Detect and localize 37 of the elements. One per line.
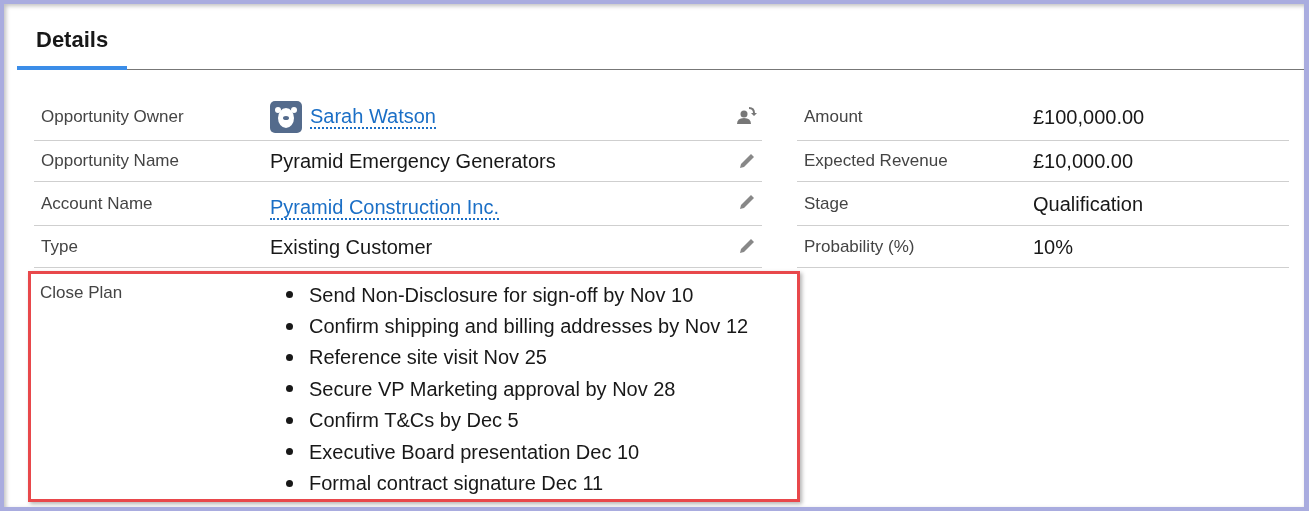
bullet-icon [286, 353, 293, 361]
bullet-icon [286, 291, 293, 299]
field-label: Account Name [40, 192, 154, 215]
field-label: Expected Revenue [803, 150, 949, 173]
bullet-icon [286, 416, 293, 424]
pencil-icon[interactable] [737, 236, 757, 256]
details-tab[interactable]: Details [17, 23, 128, 70]
field-label: Opportunity Name [40, 150, 180, 173]
field-label: Close Plan [40, 283, 123, 302]
field-label: Type [40, 235, 79, 258]
bullet-icon [286, 385, 293, 393]
plan-item: Send Non-Disclosure for sign-off by Nov 10 [309, 282, 694, 308]
field-label: Opportunity Owner [40, 106, 185, 129]
owner-link[interactable]: Sarah Watson [310, 105, 436, 129]
field-value: Existing Customer [270, 234, 433, 260]
bear-avatar-icon [270, 101, 302, 133]
account-link[interactable]: Pyramid Construction Inc. [270, 195, 499, 220]
field-value: Pyramid Emergency Generators [270, 149, 556, 174]
bullet-icon [286, 448, 293, 456]
pencil-icon[interactable] [737, 192, 757, 212]
field-value: 10% [1033, 234, 1074, 260]
field-label: Stage [803, 192, 850, 215]
pencil-icon[interactable] [737, 151, 757, 171]
change-owner-icon[interactable] [736, 104, 758, 126]
plan-item: Formal contract signature Dec 11 [309, 471, 604, 497]
plan-item: Executive Board presentation Dec 10 [309, 439, 640, 465]
plan-item: Secure VP Marketing approval by Nov 28 [309, 376, 676, 402]
field-label: Amount [803, 106, 864, 129]
bullet-icon [286, 479, 293, 487]
bullet-icon [286, 322, 293, 330]
plan-item: Confirm shipping and billing addresses by Nov 12 [309, 314, 749, 340]
field-label: Probability (%) [803, 235, 916, 258]
field-value: £100,000.00 [1033, 105, 1145, 130]
plan-item: Confirm T&Cs by Dec 5 [309, 408, 519, 434]
plan-item: Reference site visit Nov 25 [309, 345, 547, 371]
field-value: £10,000.00 [1033, 149, 1134, 174]
field-value: Qualification [1033, 191, 1144, 217]
